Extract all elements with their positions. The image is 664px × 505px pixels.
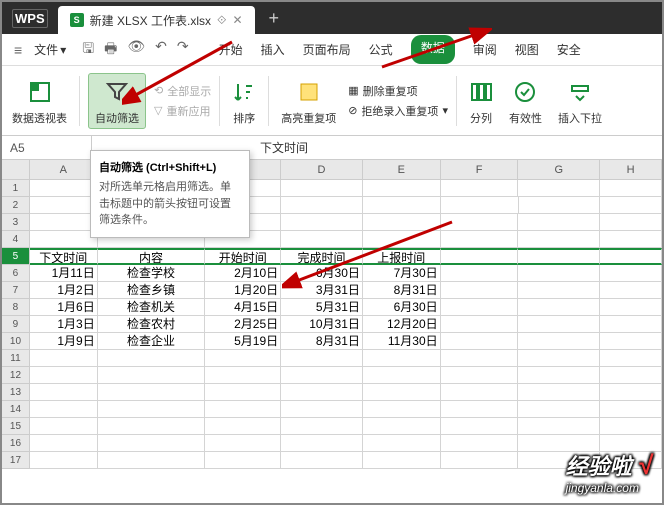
text-to-columns-button[interactable]: 分列 — [465, 76, 497, 126]
autofilter-label: 自动筛选 — [95, 110, 139, 126]
tooltip-title: 自动筛选 (Ctrl+Shift+L) — [99, 159, 241, 175]
menu-bar: ≡ 文件▾ 🖫 🖶 👁 ↶ ↷ 开始 插入 页面布局 公式 数据 审阅 视图 安… — [2, 34, 662, 66]
file-menu[interactable]: 文件▾ — [28, 41, 72, 58]
funnel-icon — [105, 76, 129, 108]
reject-dup-button[interactable]: ⊘拒绝录入重复项▾ — [348, 103, 448, 119]
print-icon[interactable]: 🖶 — [104, 38, 117, 62]
tab-pagelayout[interactable]: 页面布局 — [303, 35, 351, 64]
sort-icon — [232, 76, 256, 108]
tab-security[interactable]: 安全 — [557, 35, 581, 64]
row-empty[interactable]: 13 — [2, 384, 662, 401]
ribbon: 数据透视表 自动筛选 ⟲全部显示 ▽重新应用 排序 高亮重复项 ▦删除重复项 ⊘… — [2, 66, 662, 136]
title-bar: WPS S 新建 XLSX 工作表.xlsx ⟐ ✕ + — [2, 2, 662, 34]
header-cell[interactable]: 完成时间 — [281, 248, 363, 265]
reapply-icon: ▽ — [154, 104, 162, 117]
header-cell[interactable]: 下文时间 — [30, 248, 98, 265]
chevron-down-icon: ▾ — [442, 104, 448, 117]
new-tab-button[interactable]: + — [255, 8, 294, 29]
tab-view[interactable]: 视图 — [515, 35, 539, 64]
quick-access-toolbar: 🖫 🖶 👁 ↶ ↷ — [74, 38, 196, 62]
row-5-selected[interactable]: 5 下文时间 内容 开始时间 完成时间 上报时间 — [2, 248, 662, 265]
document-tab-label: 新建 XLSX 工作表.xlsx — [90, 12, 211, 29]
reapply-button[interactable]: ▽重新应用 — [154, 103, 211, 119]
tab-insert[interactable]: 插入 — [261, 35, 285, 64]
select-all-corner[interactable] — [2, 160, 30, 179]
tab-data[interactable]: 数据 — [411, 35, 455, 64]
col-header-D[interactable]: D — [281, 160, 363, 179]
col-header-H[interactable]: H — [600, 160, 662, 179]
name-box[interactable]: A5 — [2, 136, 92, 159]
document-tab[interactable]: S 新建 XLSX 工作表.xlsx ⟐ ✕ — [58, 6, 255, 35]
col-header-F[interactable]: F — [441, 160, 519, 179]
separator — [456, 76, 457, 126]
table-row[interactable]: 91月3日检查农村2月25日10月31日12月20日 — [2, 316, 662, 333]
chevron-down-icon: ▾ — [60, 43, 66, 57]
col-header-G[interactable]: G — [518, 160, 600, 179]
separator — [268, 76, 269, 126]
wps-logo-text: WPS — [12, 9, 48, 28]
header-cell[interactable]: 开始时间 — [205, 248, 281, 265]
preview-icon[interactable]: 👁 — [127, 38, 145, 62]
validation-button[interactable]: 有效性 — [505, 76, 546, 126]
validation-label: 有效性 — [509, 110, 542, 126]
row-empty[interactable]: 16 — [2, 435, 662, 452]
pivot-table-button[interactable]: 数据透视表 — [8, 76, 71, 126]
filter-sub-buttons: ⟲全部显示 ▽重新应用 — [154, 83, 211, 119]
tab-review[interactable]: 审阅 — [473, 35, 497, 64]
delete-dup-icon: ▦ — [348, 84, 358, 97]
wps-logo: WPS — [2, 9, 58, 28]
undo-icon[interactable]: ↶ — [155, 38, 167, 62]
insert-dropdown-label: 插入下拉 — [558, 110, 602, 126]
tab-home[interactable]: 开始 — [219, 35, 243, 64]
watermark: 经验啦 √ jingyanla.com — [566, 449, 652, 495]
pivot-icon — [28, 76, 52, 108]
sort-button[interactable]: 排序 — [228, 76, 260, 126]
insert-dropdown-button[interactable]: 插入下拉 — [554, 76, 606, 126]
redo-icon[interactable]: ↷ — [177, 38, 189, 62]
table-row[interactable]: 61月11日检查学校2月10日6月30日7月30日 — [2, 265, 662, 282]
close-tab-icon[interactable]: ✕ — [232, 13, 242, 27]
table-row[interactable]: 101月9日检查企业5月19日8月31日11月30日 — [2, 333, 662, 350]
highlight-dup-label: 高亮重复项 — [281, 110, 336, 126]
text-to-columns-label: 分列 — [470, 110, 492, 126]
pin-icon[interactable]: ⟐ — [217, 13, 226, 28]
autofilter-button[interactable]: 自动筛选 — [88, 73, 146, 129]
separator — [79, 76, 80, 126]
row-empty[interactable]: 15 — [2, 418, 662, 435]
row-empty[interactable]: 14 — [2, 401, 662, 418]
reject-dup-icon: ⊘ — [348, 104, 357, 117]
table-row[interactable]: 71月2日检查乡镇1月20日3月31日8月31日 — [2, 282, 662, 299]
header-cell[interactable]: 内容 — [98, 248, 206, 265]
row-empty[interactable]: 17 — [2, 452, 662, 469]
ribbon-tabs: 开始 插入 页面布局 公式 数据 审阅 视图 安全 — [219, 35, 581, 64]
pivot-label: 数据透视表 — [12, 110, 67, 126]
sort-label: 排序 — [233, 110, 255, 126]
row-empty[interactable]: 11 — [2, 350, 662, 367]
delete-dup-button[interactable]: ▦删除重复项 — [348, 83, 448, 99]
col-header-A[interactable]: A — [30, 160, 98, 179]
header-cell[interactable]: 上报时间 — [363, 248, 441, 265]
table-row[interactable]: 81月6日检查机关4月15日5月31日6月30日 — [2, 299, 662, 316]
hamburger-icon[interactable]: ≡ — [10, 42, 26, 58]
tab-formula[interactable]: 公式 — [369, 35, 393, 64]
columns-icon — [469, 76, 493, 108]
highlight-dup-button[interactable]: 高亮重复项 — [277, 76, 340, 126]
row-empty[interactable]: 12 — [2, 367, 662, 384]
separator — [219, 76, 220, 126]
save-icon[interactable]: 🖫 — [82, 38, 94, 62]
autofilter-tooltip: 自动筛选 (Ctrl+Shift+L) 对所选单元格启用筛选。单击标题中的箭头按… — [90, 150, 250, 238]
tooltip-body: 对所选单元格启用筛选。单击标题中的箭头按钮可设置筛选条件。 — [99, 179, 241, 229]
show-all-button[interactable]: ⟲全部显示 — [154, 83, 211, 99]
show-all-icon: ⟲ — [154, 84, 163, 97]
xlsx-icon: S — [70, 13, 84, 27]
dup-sub-buttons: ▦删除重复项 ⊘拒绝录入重复项▾ — [348, 83, 448, 119]
col-header-E[interactable]: E — [363, 160, 441, 179]
check-icon: √ — [638, 450, 652, 480]
dropdown-icon — [568, 76, 592, 108]
highlight-icon — [297, 76, 321, 108]
validation-icon — [513, 76, 537, 108]
